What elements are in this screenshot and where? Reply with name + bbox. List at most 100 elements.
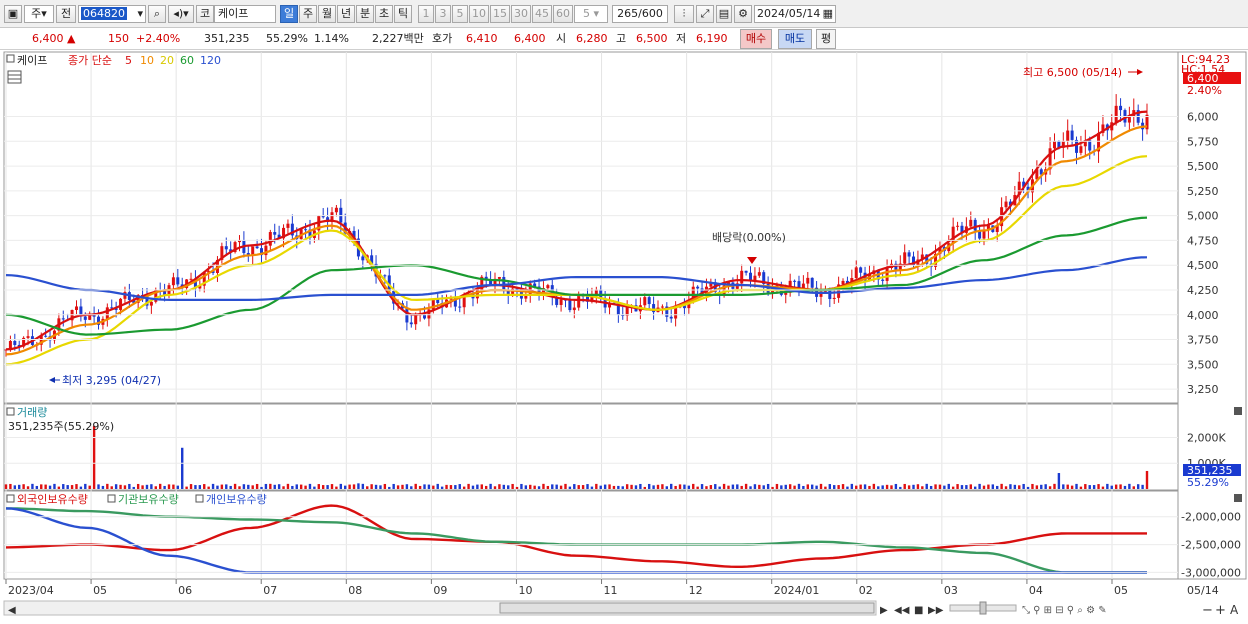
layout-icon[interactable]: ▣ xyxy=(4,5,22,23)
legend-ma10[interactable]: 10 xyxy=(140,54,154,67)
interval-3[interactable]: 3 xyxy=(435,5,451,23)
sell-button[interactable]: 매도 xyxy=(778,29,812,49)
scrollbar-thumb[interactable] xyxy=(499,602,875,614)
save-icon[interactable]: ▤ xyxy=(716,5,732,23)
count-select[interactable]: 5 ▾ xyxy=(574,5,608,23)
scroll-left-icon[interactable]: ◀ xyxy=(8,605,16,616)
search-icon[interactable]: ⌕ xyxy=(148,5,166,23)
x-axis-label: 04 xyxy=(1029,584,1043,597)
candle-body xyxy=(652,304,656,313)
close-panel-icon[interactable] xyxy=(1234,494,1242,502)
interval-45[interactable]: 45 xyxy=(532,5,552,23)
volume-bar xyxy=(1092,485,1096,489)
volume-bar xyxy=(934,484,937,489)
legend-ma5[interactable]: 5 xyxy=(125,54,132,67)
legend-ma120[interactable]: 120 xyxy=(200,54,221,67)
buy-button[interactable]: 매수 xyxy=(740,29,772,49)
range-input[interactable]: 265/600 xyxy=(612,5,668,23)
period-year[interactable]: 년 xyxy=(337,5,355,23)
interval-1[interactable]: 1 xyxy=(418,5,434,23)
interval-60[interactable]: 60 xyxy=(553,5,573,23)
candle-body xyxy=(546,285,550,289)
interval-10[interactable]: 10 xyxy=(469,5,489,23)
candle-settings-icon[interactable]: ⫶ xyxy=(674,5,694,23)
period-day[interactable]: 일 xyxy=(280,5,298,23)
volume-bar xyxy=(158,483,162,489)
x-axis-label: 03 xyxy=(944,584,958,597)
candle-body xyxy=(647,297,651,305)
font-size-icon[interactable]: A xyxy=(1230,603,1239,617)
code-value: 064820 xyxy=(81,7,127,20)
volume-bar xyxy=(26,486,30,489)
volume-bar xyxy=(647,483,651,489)
tool-icons[interactable]: ⤡ ⚲ ⊞ ⊟ ⚲ ⌕ ⚙ ✎ xyxy=(1022,605,1107,616)
legend-ma20[interactable]: 20 xyxy=(160,54,174,67)
candle-body xyxy=(458,306,462,308)
calendar-icon: ▦ xyxy=(822,7,833,20)
volume-bar xyxy=(251,485,254,489)
chart-svg[interactable]: 6,000 5,750 5,500 5,250 5,000 4,750 4,500 4,250… xyxy=(0,50,1248,621)
period-tick[interactable]: 틱 xyxy=(394,5,412,23)
volume-bar xyxy=(925,483,928,489)
date-input[interactable]: 2024/05/14 ▦ xyxy=(754,5,836,23)
open-label: 시 xyxy=(556,32,567,45)
forward-icon[interactable]: ▶▶ xyxy=(928,605,944,616)
close-panel-icon[interactable] xyxy=(1234,407,1242,415)
volume-bar xyxy=(374,484,378,489)
legend-stock-name[interactable]: 케이프 xyxy=(17,54,47,67)
scroll-right-icon[interactable]: ▶ xyxy=(880,605,888,616)
rewind-icon[interactable]: ◀◀ xyxy=(894,605,910,616)
stop-icon[interactable]: ■ xyxy=(914,605,923,616)
volume-title[interactable]: 거래량 xyxy=(17,406,47,419)
volume-bar xyxy=(978,483,981,489)
volume-bar xyxy=(996,485,999,489)
volume-bar xyxy=(877,486,880,489)
institution-legend[interactable]: 기관보유수량 xyxy=(118,493,179,506)
interval-15[interactable]: 15 xyxy=(490,5,510,23)
volume-bar xyxy=(991,484,995,489)
candle-body xyxy=(414,314,418,325)
holdings-panel[interactable] xyxy=(3,490,1179,580)
volume-bar xyxy=(339,483,343,489)
code-input[interactable]: 064820 ▾ xyxy=(78,5,146,23)
market-type-button[interactable]: 코 xyxy=(196,5,214,23)
speaker-icon[interactable]: ◂)▾ xyxy=(168,5,194,23)
volume-bar xyxy=(511,483,514,489)
volume-bar xyxy=(106,483,109,489)
interval-5[interactable]: 5 xyxy=(452,5,468,23)
period-second[interactable]: 초 xyxy=(375,5,393,23)
volume-bar xyxy=(13,485,17,489)
volume-bar xyxy=(1110,485,1113,489)
period-month[interactable]: 월 xyxy=(318,5,336,23)
market-label: 주 xyxy=(31,7,42,20)
zoom-out-icon[interactable]: − xyxy=(1202,603,1213,618)
volume-bar xyxy=(167,484,171,489)
candle-body xyxy=(1004,201,1008,208)
volume-bar xyxy=(608,484,611,489)
market-select[interactable]: 주▾ xyxy=(24,5,54,23)
volume-bar xyxy=(890,485,893,489)
legend-ma60[interactable]: 60 xyxy=(180,54,194,67)
period-minute[interactable]: 분 xyxy=(356,5,374,23)
x-axis-label: 08 xyxy=(348,584,362,597)
volume-bar xyxy=(758,484,761,489)
prev-button[interactable]: 전 xyxy=(56,5,76,23)
avg-button[interactable]: 평 xyxy=(816,29,836,49)
draw-tool-icon[interactable]: ⤢ xyxy=(696,5,714,23)
interval-30[interactable]: 30 xyxy=(511,5,531,23)
volume-panel[interactable] xyxy=(3,403,1179,491)
table-icon[interactable] xyxy=(7,70,22,84)
volume-bar xyxy=(35,485,39,489)
volume-bar xyxy=(423,484,426,489)
volume-bar xyxy=(493,486,497,489)
volume-bar xyxy=(264,483,268,489)
zoom-in-icon[interactable]: + xyxy=(1215,603,1226,618)
legend-type[interactable]: 종가 단순 xyxy=(68,54,112,67)
gear-icon[interactable]: ⚙ xyxy=(734,5,752,23)
volume-bar xyxy=(66,485,69,489)
stock-name-field[interactable]: 케이프 xyxy=(214,5,276,23)
period-week[interactable]: 주 xyxy=(299,5,317,23)
individual-legend[interactable]: 개인보유수량 xyxy=(206,493,267,506)
zoom-slider-handle[interactable] xyxy=(979,601,987,615)
foreign-legend[interactable]: 외국인보유수량 xyxy=(17,493,88,506)
